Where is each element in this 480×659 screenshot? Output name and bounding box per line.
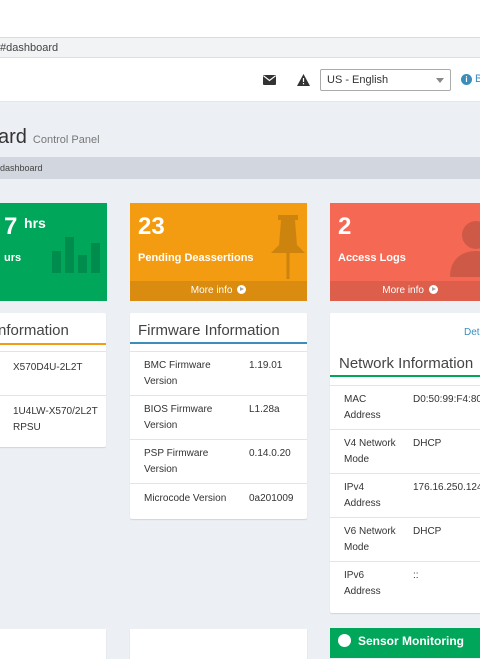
arrow-circle-right-icon: [237, 285, 247, 294]
network-info-title: Network Information: [339, 355, 474, 372]
row-key: V6 Network Mode: [344, 526, 396, 553]
device-info-title: nformation: [0, 322, 69, 339]
table-row: PSP Firmware Version 0.14.0.20: [130, 439, 307, 483]
row-value: D0:50:99:F4:80: [413, 394, 480, 405]
network-details-link[interactable]: Det: [464, 327, 480, 338]
envelope-icon[interactable]: [260, 71, 278, 89]
firmware-info-title: Firmware Information: [138, 322, 280, 339]
row-key: PSP Firmware Version: [144, 448, 209, 475]
table-row: MAC Address D0:50:99:F4:80: [330, 385, 480, 429]
access-value: 2: [338, 213, 352, 240]
table-row: IPv6 Address ::: [330, 561, 480, 613]
table-row: 1U4LW-X570/2L2T RPSU: [0, 395, 106, 447]
row-key: IPv4 Address: [344, 482, 381, 509]
table-row: Microcode Version 0a201009: [130, 483, 307, 519]
breadcrumb: dashboard: [0, 157, 480, 179]
row-value: ::: [413, 570, 419, 581]
row-key: MAC Address: [344, 394, 381, 421]
row-value: DHCP: [413, 438, 442, 449]
chevron-down-icon: [436, 78, 444, 83]
uptime-value: 7: [4, 213, 18, 240]
table-row: IPv4 Address 176.16.250.124: [330, 473, 480, 517]
row-value: 0a201009: [249, 493, 294, 504]
firmware-info-box: Firmware Information BMC Firmware Versio…: [130, 313, 307, 519]
sensor-monitoring-header[interactable]: Sensor Monitoring: [330, 628, 480, 658]
pending-label: Pending Deassertions: [138, 252, 254, 264]
row-key: BIOS Firmware Version: [144, 404, 213, 431]
table-row: V6 Network Mode DHCP: [330, 517, 480, 561]
pending-more-info-link[interactable]: More info: [130, 281, 307, 301]
title-underline: [130, 342, 307, 344]
row-key: IPv6 Address: [344, 570, 381, 597]
warning-icon[interactable]: [294, 71, 312, 89]
row-value: DHCP: [413, 526, 442, 537]
row-key: Microcode Version: [144, 493, 227, 504]
bottom-box-middle: [130, 629, 307, 659]
table-row: BMC Firmware Version 1.19.01: [130, 351, 307, 395]
row-value: L1.28a: [249, 404, 280, 415]
row-key: BMC Firmware Version: [144, 360, 211, 387]
title-underline: [330, 375, 480, 377]
info-icon: i: [461, 73, 472, 85]
row-value: 0.14.0.20: [249, 448, 291, 459]
table-row: BIOS Firmware Version L1.28a: [130, 395, 307, 439]
access-more-info-link[interactable]: More info: [330, 281, 480, 301]
access-logs-tile: 2 Access Logs More info: [330, 203, 480, 301]
access-label: Access Logs: [338, 252, 406, 264]
bottom-box-left: [0, 629, 106, 659]
uptime-unit: hrs: [24, 215, 46, 231]
pending-value: 23: [138, 213, 165, 240]
table-row: V4 Network Mode DHCP: [330, 429, 480, 473]
check-circle-icon: [338, 634, 351, 647]
breadcrumb-dashboard[interactable]: dashboard: [0, 163, 43, 173]
uptime-label: urs: [4, 252, 22, 264]
title-underline: [0, 343, 106, 345]
device-model-value: X570D4U-2L2T: [13, 362, 83, 373]
address-bar[interactable]: #dashboard: [0, 38, 480, 58]
network-info-box: Det Network Information MAC Address D0:5…: [330, 313, 480, 613]
table-row: X570D4U-2L2T: [0, 351, 106, 395]
pushpin-icon: [271, 215, 305, 279]
row-key: V4 Network Mode: [344, 438, 396, 465]
arrow-circle-right-icon: [428, 285, 438, 294]
page-subtitle: Control Panel: [32, 134, 100, 146]
device-sku-value: 1U4LW-X570/2L2T RPSU: [13, 406, 98, 433]
language-select[interactable]: US - English: [320, 69, 451, 91]
bar-chart-icon: [52, 237, 100, 273]
page-title: ard Control Panel: [0, 126, 100, 148]
user-icon: [450, 221, 480, 277]
pending-deassertions-tile: 23 Pending Deassertions More info: [130, 203, 307, 301]
top-navbar: US - English i B: [0, 58, 480, 102]
row-value: 176.16.250.124: [413, 482, 480, 493]
browser-toolbar: [0, 0, 480, 38]
help-link[interactable]: i B: [461, 73, 480, 85]
row-value: 1.19.01: [249, 360, 283, 371]
device-info-box: nformation X570D4U-2L2T 1U4LW-X570/2L2T …: [0, 313, 106, 447]
uptime-tile: 7 hrs urs: [0, 203, 107, 301]
